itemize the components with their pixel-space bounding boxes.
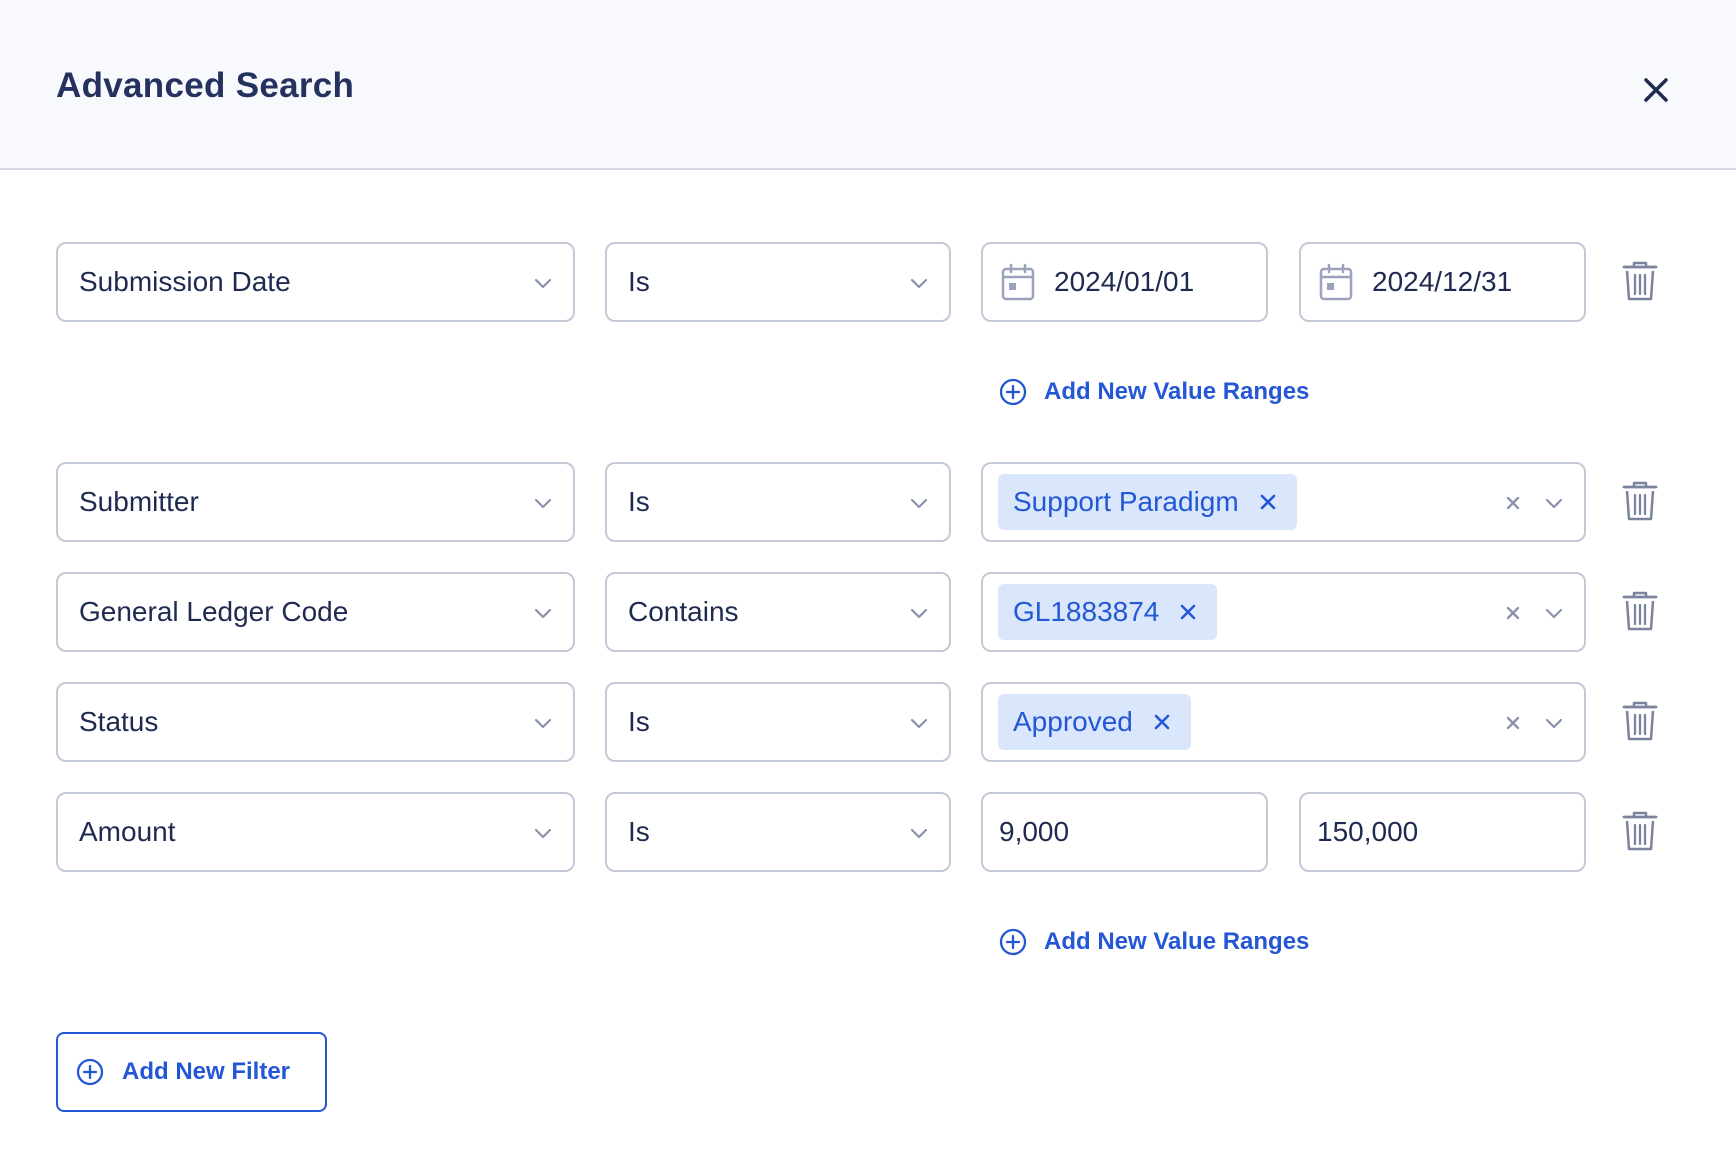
amount-from-value: 9,000 — [999, 816, 1070, 847]
date-to-input[interactable]: 2024/12/31 — [1299, 242, 1586, 322]
trash-icon[interactable] — [1622, 810, 1658, 852]
value-chip-label: GL1883874 — [1013, 596, 1160, 627]
chevron-down-icon — [534, 828, 552, 839]
calendar-icon — [1001, 263, 1035, 301]
chevron-down-icon — [534, 278, 552, 289]
trash-icon[interactable] — [1622, 590, 1658, 632]
operator-select-value: Is — [628, 266, 650, 297]
filter-row-submitter: Submitter Is Support Paradigm — [0, 462, 1736, 542]
plus-circle-icon — [76, 1058, 104, 1086]
trash-icon[interactable] — [1622, 700, 1658, 742]
value-chip-label: Support Paradigm — [1013, 486, 1239, 517]
chevron-down-icon[interactable] — [1542, 711, 1566, 735]
field-select[interactable]: Submitter — [56, 462, 575, 542]
chevron-down-icon — [534, 498, 552, 509]
field-select-value: Submitter — [79, 486, 199, 517]
operator-select[interactable]: Is — [605, 242, 951, 322]
value-chip: Approved — [998, 694, 1191, 750]
add-value-range-label: Add New Value Ranges — [1044, 378, 1310, 405]
field-select[interactable]: Status — [56, 682, 575, 762]
clear-icon[interactable] — [1504, 604, 1522, 622]
add-value-range-label: Add New Value Ranges — [1044, 928, 1310, 955]
field-select[interactable]: General Ledger Code — [56, 572, 575, 652]
chevron-down-icon — [534, 608, 552, 619]
clear-icon[interactable] — [1504, 714, 1522, 732]
trash-icon[interactable] — [1622, 480, 1658, 522]
add-filter-label: Add New Filter — [122, 1058, 291, 1085]
field-select-value: Submission Date — [79, 266, 291, 297]
add-value-range-button[interactable]: Add New Value Ranges — [999, 372, 1309, 412]
operator-select[interactable]: Is — [605, 462, 951, 542]
operator-select-value: Is — [628, 486, 650, 517]
dialog-title: Advanced Search — [56, 66, 355, 105]
operator-select-value: Is — [628, 706, 650, 737]
filter-row-submission-date: Submission Date Is 2024/01/01 2024/12/31 — [0, 242, 1736, 322]
date-from-input[interactable]: 2024/01/01 — [981, 242, 1268, 322]
chevron-down-icon[interactable] — [1542, 601, 1566, 625]
chevron-down-icon — [910, 718, 928, 729]
calendar-icon — [1319, 263, 1353, 301]
remove-chip-icon[interactable] — [1179, 603, 1197, 621]
operator-select-value: Contains — [628, 596, 739, 627]
value-multiselect[interactable]: Approved — [981, 682, 1586, 762]
value-chip-label: Approved — [1013, 706, 1133, 737]
field-select-value: Amount — [79, 816, 176, 847]
amount-from-input[interactable]: 9,000 — [981, 792, 1268, 872]
chevron-down-icon — [910, 278, 928, 289]
dialog-header: Advanced Search — [0, 0, 1736, 170]
operator-select[interactable]: Contains — [605, 572, 951, 652]
operator-select[interactable]: Is — [605, 792, 951, 872]
filter-row-status: Status Is Approved — [0, 682, 1736, 762]
chevron-down-icon — [910, 828, 928, 839]
trash-icon[interactable] — [1622, 260, 1658, 302]
chevron-down-icon — [534, 718, 552, 729]
plus-circle-icon — [999, 378, 1027, 406]
remove-chip-icon[interactable] — [1259, 493, 1277, 511]
value-multiselect[interactable]: Support Paradigm — [981, 462, 1586, 542]
filter-row-amount: Amount Is 9,000 150,000 — [0, 792, 1736, 872]
chevron-down-icon — [910, 498, 928, 509]
amount-to-value: 150,000 — [1317, 816, 1419, 847]
field-select-value: General Ledger Code — [79, 596, 349, 627]
field-select[interactable]: Amount — [56, 792, 575, 872]
add-value-range-button[interactable]: Add New Value Ranges — [999, 922, 1309, 962]
date-from-value: 2024/01/01 — [1054, 266, 1195, 297]
clear-icon[interactable] — [1504, 494, 1522, 512]
add-filter-button[interactable]: Add New Filter — [56, 1032, 327, 1112]
remove-chip-icon[interactable] — [1153, 713, 1171, 731]
value-multiselect[interactable]: GL1883874 — [981, 572, 1586, 652]
plus-circle-icon — [999, 928, 1027, 956]
value-chip: Support Paradigm — [998, 474, 1297, 530]
operator-select[interactable]: Is — [605, 682, 951, 762]
field-select-value: Status — [79, 706, 159, 737]
date-to-value: 2024/12/31 — [1372, 266, 1513, 297]
close-icon[interactable] — [1636, 70, 1676, 110]
field-select[interactable]: Submission Date — [56, 242, 575, 322]
amount-to-input[interactable]: 150,000 — [1299, 792, 1586, 872]
chevron-down-icon — [910, 608, 928, 619]
value-chip: GL1883874 — [998, 584, 1218, 640]
filter-row-general-ledger-code: General Ledger Code Contains GL1883874 — [0, 572, 1736, 652]
operator-select-value: Is — [628, 816, 650, 847]
chevron-down-icon[interactable] — [1542, 491, 1566, 515]
